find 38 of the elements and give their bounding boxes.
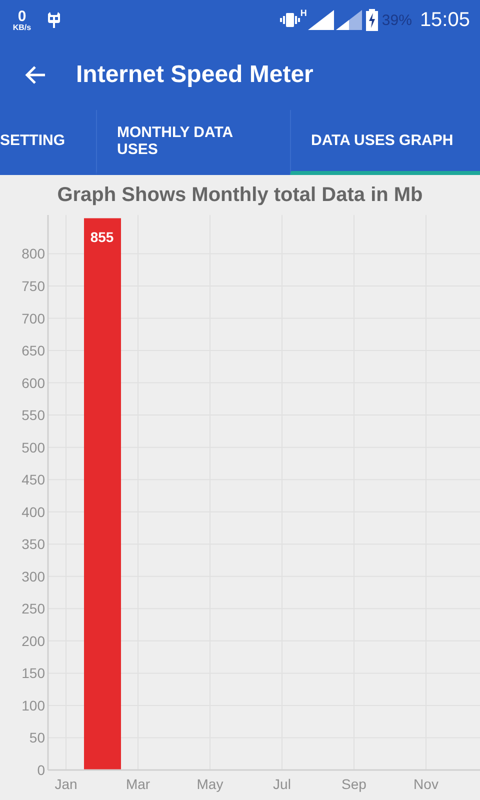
x-tick-label: May: [196, 776, 224, 792]
y-tick-label: 700: [22, 310, 45, 326]
clock: 15:05: [420, 8, 470, 32]
back-arrow-icon[interactable]: [24, 65, 46, 85]
y-tick-label: 800: [22, 246, 45, 262]
x-tick-label: Sep: [342, 776, 366, 792]
app-title: Internet Speed Meter: [76, 61, 314, 89]
y-tick-label: 250: [22, 600, 45, 617]
battery-charging-icon: [366, 9, 378, 31]
tab[interactable]: MONTHLY DATA USES: [96, 110, 290, 175]
bar-value-label: 855: [90, 229, 114, 246]
network-speed: 0 KB/s: [12, 8, 32, 32]
y-tick-label: 300: [22, 568, 45, 584]
x-tick-label: Jan: [54, 776, 78, 792]
y-tick-label: 0: [37, 762, 45, 778]
y-tick-label: 500: [22, 439, 45, 456]
battery-percent: 39%: [382, 12, 412, 28]
y-tick-label: 350: [22, 536, 45, 552]
signal-icon: [336, 10, 362, 30]
y-tick-label: 50: [29, 730, 45, 746]
tab[interactable]: SETTING: [0, 110, 96, 175]
vibrate-icon: [280, 12, 300, 28]
y-tick-label: 650: [22, 342, 45, 359]
y-tick-label: 750: [22, 278, 45, 294]
x-tick-label: Mar: [126, 776, 150, 792]
chart-title: Graph Shows Monthly total Data in Mb: [56, 182, 424, 208]
y-tick-label: 450: [22, 472, 45, 488]
y-tick-label: 550: [22, 407, 45, 424]
y-tick-label: 150: [22, 665, 45, 682]
network-type: H: [300, 8, 307, 18]
y-tick-label: 600: [22, 374, 45, 391]
robot-icon: [46, 11, 62, 29]
y-tick-label: 200: [22, 632, 45, 649]
y-tick-label: 100: [22, 697, 45, 714]
tab[interactable]: DATA USES GRAPH: [290, 110, 480, 175]
x-tick-label: Nov: [414, 776, 438, 792]
y-tick-label: 400: [22, 504, 45, 520]
x-tick-label: Jul: [273, 776, 291, 792]
